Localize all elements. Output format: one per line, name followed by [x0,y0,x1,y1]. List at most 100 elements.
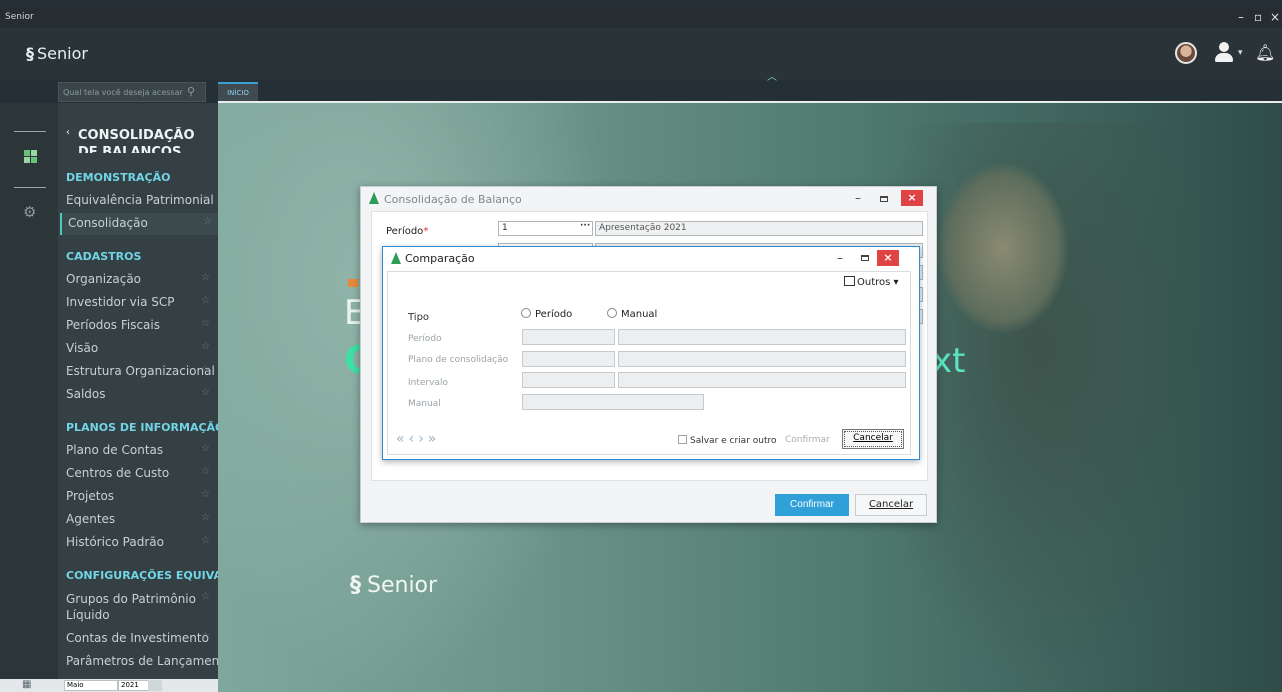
cancel-button[interactable]: Cancelar [855,494,927,516]
avatar[interactable] [1175,42,1197,64]
star-icon[interactable]: ☆ [201,466,210,477]
sidebar-item-investidor[interactable]: Investidor via SCP ☆ [60,292,218,314]
chevron-left-icon[interactable]: ‹ [66,127,70,138]
periodo-code-field[interactable] [522,329,615,345]
sidebar-item-centros-custo[interactable]: Centros de Custo ☆ [60,463,218,485]
prev-record-icon[interactable]: ‹ [409,431,419,447]
section-cadastros: CADASTROS [66,250,142,263]
sidebar-nav: ‹ CONSOLIDAÇÃO DE BALANÇOS DEMONSTRAÇÃO … [58,103,218,679]
star-icon[interactable]: ☆ [201,512,210,523]
sidebar-item-historico[interactable]: Histórico Padrão ☆ [60,532,218,554]
lookup-icon[interactable]: ··· [580,221,590,231]
chevron-down-icon[interactable] [148,680,162,691]
bell-icon[interactable]: 🔔︎ [1255,43,1275,62]
star-icon[interactable]: ☆ [201,318,210,329]
close-icon[interactable]: × [877,250,899,266]
star-icon[interactable]: ☆ [201,631,210,642]
calendar-icon: ▦ [22,679,32,690]
periodo-label: Período [408,334,442,344]
hero-logo: § Senior [350,573,438,598]
star-icon[interactable]: ☆ [203,216,212,227]
manual-label: Manual [408,399,441,409]
close-icon[interactable]: × [1270,10,1280,24]
sidebar-item-estrutura[interactable]: Estrutura Organizacional ☆ [60,361,218,383]
star-icon[interactable]: ☆ [201,443,210,454]
maximize-icon[interactable] [880,196,888,202]
sidebar-item-organizacao[interactable]: Organização ☆ [60,269,218,291]
restore-icon[interactable]: ▫ [1254,10,1262,24]
search-input[interactable] [63,85,183,100]
divider [14,131,46,132]
sidebar-item-plano-contas[interactable]: Plano de Contas ☆ [60,440,218,462]
confirm-button[interactable]: Confirmar [775,494,849,516]
last-record-icon[interactable]: » [428,431,441,447]
sidebar-item-consolidacao[interactable]: Consolidação ☆ [60,213,218,235]
intervalo-label: Intervalo [408,378,448,388]
outros-menu[interactable]: Outros ▾ [844,276,899,288]
sidebar-item-parametros[interactable]: Parâmetros de Lançamentos [60,651,218,673]
radio-manual[interactable]: Manual [607,308,657,320]
confirm-button[interactable]: Confirmar [785,435,830,445]
search-icon[interactable]: ⚲ [187,85,195,98]
dialog-titlebar[interactable]: Comparação – × [383,247,919,271]
star-icon[interactable]: ☆ [201,591,210,602]
maximize-icon[interactable] [861,255,869,261]
dialog-title: Consolidação de Balanço [384,193,522,206]
star-icon[interactable]: ☆ [201,193,210,204]
close-icon[interactable]: × [901,190,923,206]
sidebar-item-saldos[interactable]: Saldos ☆ [60,384,218,406]
star-icon[interactable]: ☆ [201,272,210,283]
window-title: Senior [5,12,34,22]
month-select[interactable]: Maio [64,680,118,691]
hero-text-3: xt [932,341,966,381]
star-icon[interactable]: ☆ [201,341,210,352]
tab-inicio[interactable]: INÍCIO [218,82,258,102]
sidebar-item-grupos[interactable]: Grupos do Patrimônio Líquido ☆ [60,588,218,624]
section-configuracoes: CONFIGURAÇÕES EQUIVALÊNCIA [66,569,218,582]
minimize-icon[interactable]: – [855,191,861,205]
sidebar-item-periodos[interactable]: Períodos Fiscais ☆ [60,315,218,337]
app-tree-icon [369,192,379,204]
cancel-button[interactable]: Cancelar [842,429,904,449]
intervalo-start-field[interactable] [522,372,615,388]
collapse-header-icon[interactable]: ︿ [767,68,777,83]
radio-periodo[interactable]: Período [521,308,572,320]
gear-icon[interactable]: ⚙ [23,203,36,221]
comparacao-panel: Outros ▾ Tipo Período Manual Período Pla… [387,271,911,455]
dialog-title: Comparação [405,252,475,265]
star-icon[interactable]: ☆ [201,489,210,500]
sidebar-item-visao[interactable]: Visão ☆ [60,338,218,360]
minimize-icon[interactable]: – [837,251,843,265]
sidebar-item-projetos[interactable]: Projetos ☆ [60,486,218,508]
user-icon[interactable] [1214,42,1234,62]
grid-icon [844,276,855,286]
section-planos: PLANOS DE INFORMAÇÃO [66,421,218,434]
sidebar-item-agentes[interactable]: Agentes ☆ [60,509,218,531]
sidebar-item-contas-invest[interactable]: Contas de Investimento ☆ [60,628,218,650]
manual-field[interactable] [522,394,704,410]
next-record-icon[interactable]: › [418,431,428,447]
intervalo-end-field[interactable] [618,372,906,388]
tipo-label: Tipo [408,312,430,323]
sidebar-item-equivalencia[interactable]: Equivalência Patrimonial ☆ [60,190,218,212]
brand-logo[interactable]: § Senior [26,44,88,63]
modules-icon[interactable] [24,150,38,164]
dialog-titlebar[interactable]: Consolidação de Balanço – × [361,187,936,211]
star-icon[interactable]: ☆ [201,295,210,306]
minimize-icon[interactable]: – [1238,10,1244,24]
app-root: { "window": { "title": "Senior" }, "head… [0,0,1282,692]
periodo-code-field[interactable]: 1 [498,221,593,236]
chevron-down-icon[interactable]: ▾ [1238,48,1243,58]
star-icon[interactable]: ☆ [201,364,210,375]
star-icon[interactable]: ☆ [201,387,210,398]
periodo-label: Período* [386,226,429,237]
icon-rail: ⚙ [0,103,58,679]
app-tree-icon [391,252,401,264]
star-icon[interactable]: ☆ [201,535,210,546]
window-titlebar: Senior – ▫ × [0,8,1282,28]
brand-name: Senior [37,44,88,63]
salvar-criar-checkbox[interactable]: Salvar e criar outro [678,435,777,446]
plano-code-field[interactable] [522,351,615,367]
first-record-icon[interactable]: « [396,431,409,447]
comparacao-dialog: Comparação – × Outros ▾ Tipo Período Man… [382,246,920,460]
